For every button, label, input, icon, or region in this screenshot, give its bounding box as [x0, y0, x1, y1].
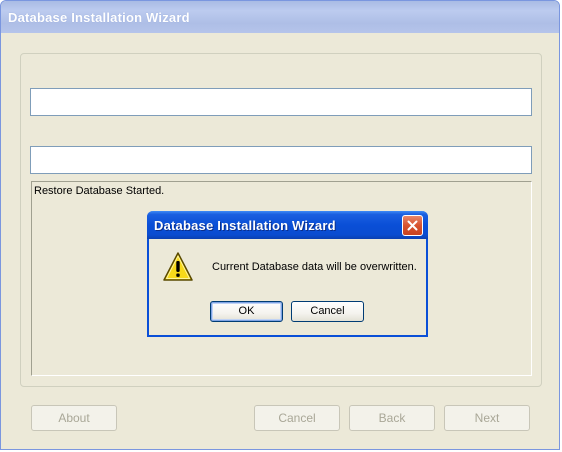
- log-text: Restore Database Started.: [34, 185, 165, 197]
- dialog-title-bar[interactable]: Database Installation Wizard: [147, 211, 428, 239]
- main-title-bar[interactable]: Database Installation Wizard: [1, 1, 559, 33]
- text-field-2[interactable]: [30, 146, 532, 174]
- dialog-message: Current Database data will be overwritte…: [212, 261, 417, 273]
- close-icon: [407, 220, 418, 231]
- next-button[interactable]: Next: [444, 405, 530, 431]
- dialog-cancel-button[interactable]: Cancel: [291, 301, 364, 322]
- warning-icon: [163, 252, 193, 281]
- dialog-close-button[interactable]: [402, 215, 423, 236]
- back-button[interactable]: Back: [349, 405, 435, 431]
- dialog-ok-button[interactable]: OK: [210, 301, 283, 322]
- main-window-title: Database Installation Wizard: [8, 10, 190, 25]
- dialog-title: Database Installation Wizard: [154, 218, 336, 233]
- text-field-1[interactable]: [30, 88, 532, 116]
- cancel-button[interactable]: Cancel: [254, 405, 340, 431]
- about-button[interactable]: About: [31, 405, 117, 431]
- confirm-dialog: Database Installation Wizard Current Dat…: [147, 211, 428, 337]
